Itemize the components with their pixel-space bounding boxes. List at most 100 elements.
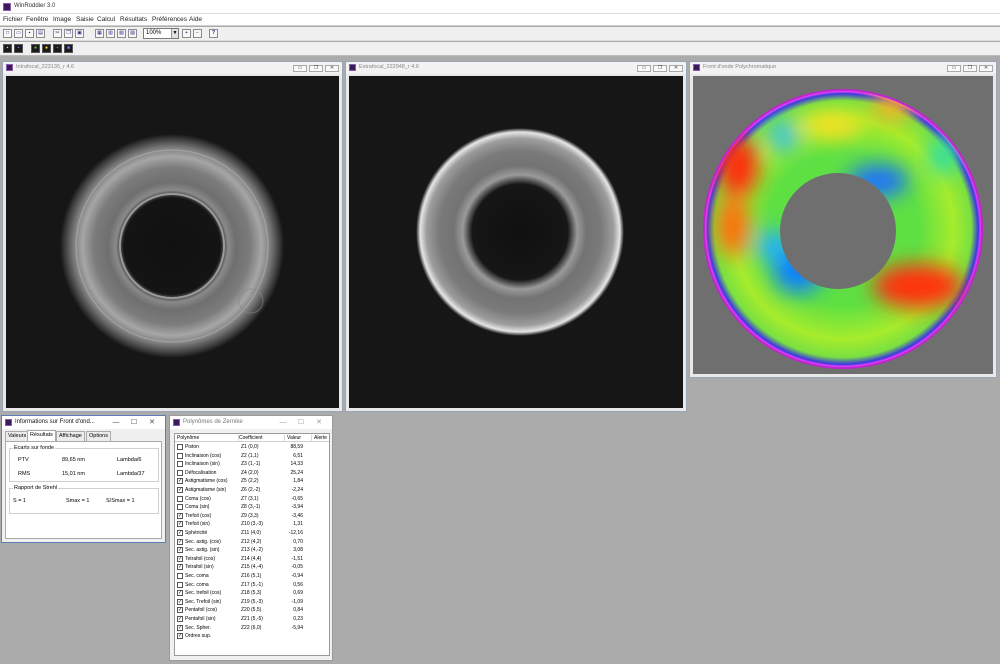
close-icon[interactable]: ✕ <box>325 65 339 72</box>
table-row[interactable]: ✓ Sec. astig. (sin) Z13 (4,-2) 3,08 <box>175 546 329 555</box>
extrafocal-titlebar[interactable]: Extrafocal_222948_r 4.6 ▭ ❐ ✕ <box>346 62 686 74</box>
row-checkbox[interactable] <box>177 452 183 459</box>
table-row[interactable]: ✓ Pentafoil (cos) Z20 (5,5) 0,84 <box>175 606 329 615</box>
minimize-icon[interactable]: ▭ <box>637 65 651 72</box>
maximize-icon[interactable]: ☐ <box>125 418 143 426</box>
table-row[interactable]: ✓ Sec. trefoil (cos) Z18 (5,3) 0,69 <box>175 589 329 598</box>
wavefront-icon[interactable]: ▪ <box>14 44 23 53</box>
table-row[interactable]: ✓ Astigmatisme (cos) Z5 (2,2) 1,84 <box>175 477 329 486</box>
close-icon[interactable]: ✕ <box>143 418 161 426</box>
menu-fenetre[interactable]: Fenêtre <box>26 16 48 23</box>
zoom-in-icon[interactable]: + <box>182 29 191 38</box>
extrafocal-window[interactable]: Extrafocal_222948_r 4.6 ▭ ❐ ✕ <box>345 61 687 412</box>
interferogram-icon[interactable]: ▪ <box>53 44 62 53</box>
tab-options[interactable]: Options <box>86 431 111 441</box>
star-icon[interactable]: ● <box>42 44 51 53</box>
maximize-icon[interactable]: ☐ <box>292 418 310 426</box>
table-row[interactable]: Coma (sin) Z8 (3,-1) -3,94 <box>175 503 329 512</box>
table-row[interactable]: ✓ Tetrafoil (sin) Z15 (4,-4) -0,05 <box>175 563 329 572</box>
menu-aide[interactable]: Aide <box>189 16 202 23</box>
wavefront-window[interactable]: Front d'onde Polychromatique ▭ ❐ ✕ <box>689 61 997 378</box>
row-checkbox[interactable]: ✓ <box>177 530 183 536</box>
wavefront-titlebar[interactable]: Front d'onde Polychromatique ▭ ❐ ✕ <box>690 62 996 74</box>
tab-affichage[interactable]: Affichage <box>56 431 85 441</box>
restore-icon[interactable]: ❐ <box>963 65 977 72</box>
row-checkbox[interactable]: ✓ <box>177 607 183 614</box>
row-checkbox[interactable]: ✓ <box>177 512 183 519</box>
table-row[interactable]: Inclinaison (cos) Z2 (1,1) 6,51 <box>175 452 329 461</box>
row-checkbox[interactable]: ✓ <box>177 538 183 545</box>
info-titlebar[interactable]: Informations sur Front d'ond... — ☐ ✕ <box>2 416 165 429</box>
arrange-icons-icon[interactable]: ▧ <box>117 29 126 38</box>
table-row[interactable]: ✓ Ordres sup. <box>175 632 329 641</box>
psf-icon[interactable]: ■ <box>64 44 73 53</box>
tab-valeurs[interactable]: Valeurs <box>5 431 30 441</box>
row-checkbox[interactable] <box>177 495 183 502</box>
menu-image[interactable]: Image <box>53 16 71 23</box>
close-icon[interactable]: ✕ <box>979 65 993 72</box>
tile-windows-icon[interactable]: ▥ <box>106 29 115 38</box>
close-icon[interactable]: ✕ <box>310 418 328 426</box>
close-icon[interactable]: ✕ <box>669 65 683 72</box>
menu-resultats[interactable]: Résultats <box>120 16 147 23</box>
row-checkbox[interactable]: ✓ <box>177 521 183 528</box>
row-checkbox[interactable]: ✓ <box>177 624 183 631</box>
zoom-out-icon[interactable]: − <box>193 29 202 38</box>
row-checkbox[interactable] <box>177 573 183 579</box>
table-row[interactable]: ✓ Sec. Trefoil (sin) Z19 (5,-3) -1,09 <box>175 598 329 607</box>
table-row[interactable]: ✓ Trefoil (cos) Z9 (3,3) -3,46 <box>175 512 329 521</box>
row-checkbox[interactable] <box>177 461 183 468</box>
cut-icon[interactable]: ✂ <box>53 29 62 38</box>
table-row[interactable]: Coma (cos) Z7 (3,1) -0,65 <box>175 495 329 504</box>
menu-fichier[interactable]: Fichier <box>3 16 23 23</box>
save-icon[interactable]: ▪ <box>25 29 34 38</box>
chevron-down-icon[interactable]: ▼ <box>171 29 178 38</box>
zoom-select[interactable]: 100% ▼ <box>143 28 179 39</box>
row-checkbox[interactable]: ✓ <box>177 633 183 640</box>
table-row[interactable]: Inclinaison (sin) Z3 (1,-1) 14,33 <box>175 460 329 469</box>
defocus-icon[interactable]: ● <box>31 44 40 53</box>
row-checkbox[interactable]: ✓ <box>177 590 183 597</box>
table-row[interactable]: ✓ Astigmatisme (sin) Z6 (2,-2) -2,24 <box>175 486 329 495</box>
table-row[interactable]: Défocalisation Z4 (2,0) 25,24 <box>175 469 329 478</box>
row-checkbox[interactable] <box>177 469 183 476</box>
minimize-icon[interactable]: — <box>274 419 292 426</box>
row-checkbox[interactable]: ✓ <box>177 555 183 562</box>
table-row[interactable]: ✓ Pentafoil (sin) Z21 (5,-5) 0,23 <box>175 615 329 624</box>
menu-preferences[interactable]: Préférences <box>152 16 187 23</box>
print-icon[interactable]: ▤ <box>36 29 45 38</box>
minimize-icon[interactable]: ▭ <box>293 65 307 72</box>
table-row[interactable]: Piston Z1 (0,0) 88,59 <box>175 443 329 452</box>
help-icon[interactable]: ? <box>209 29 218 38</box>
table-row[interactable]: ✓ Sec. astig. (cos) Z12 (4,2) 0,70 <box>175 538 329 547</box>
calc-icon[interactable]: ▪ <box>3 44 12 53</box>
table-row[interactable]: ✓ Tetrafoil (cos) Z14 (4,4) -1,51 <box>175 555 329 564</box>
row-checkbox[interactable]: ✓ <box>177 616 183 622</box>
cascade-windows-icon[interactable]: ▦ <box>95 29 104 38</box>
zernike-dialog[interactable]: Polynômes de Zernike — ☐ ✕ Polynôme Coeffi… <box>169 415 333 661</box>
minimize-icon[interactable]: ▭ <box>947 65 961 72</box>
table-row[interactable]: ✓ Sec. Spher. Z22 (6,0) -5,94 <box>175 624 329 633</box>
paste-icon[interactable]: ▣ <box>75 29 84 38</box>
row-checkbox[interactable]: ✓ <box>177 487 183 493</box>
window-list-icon[interactable]: ▨ <box>128 29 137 38</box>
row-checkbox[interactable] <box>177 444 183 450</box>
table-row[interactable]: Sec. coma Z16 (5,1) -0,94 <box>175 572 329 581</box>
wavefront-info-dialog[interactable]: Informations sur Front d'ond... — ☐ ✕ Vale… <box>1 415 166 543</box>
row-checkbox[interactable]: ✓ <box>177 478 183 485</box>
row-checkbox[interactable]: ✓ <box>177 564 183 571</box>
intrafocal-window[interactable]: Intrafocal_223135_r 4.6 ▭ ❐ ✕ <box>2 61 343 412</box>
menu-calcul[interactable]: Calcul <box>97 16 115 23</box>
row-checkbox[interactable] <box>177 504 183 511</box>
minimize-icon[interactable]: — <box>107 419 125 426</box>
row-checkbox[interactable]: ✓ <box>177 547 183 554</box>
new-file-icon[interactable]: □ <box>3 29 12 38</box>
menu-saisie[interactable]: Saisie <box>76 16 94 23</box>
zernike-titlebar[interactable]: Polynômes de Zernike — ☐ ✕ <box>170 416 332 429</box>
table-row[interactable]: ✓ Sphéricité Z11 (4,0) -12,16 <box>175 529 329 538</box>
restore-icon[interactable]: ❐ <box>653 65 667 72</box>
row-checkbox[interactable] <box>177 581 183 588</box>
copy-icon[interactable]: ❐ <box>64 29 73 38</box>
tab-resultats[interactable]: Résultats <box>27 430 56 441</box>
row-checkbox[interactable]: ✓ <box>177 598 183 605</box>
